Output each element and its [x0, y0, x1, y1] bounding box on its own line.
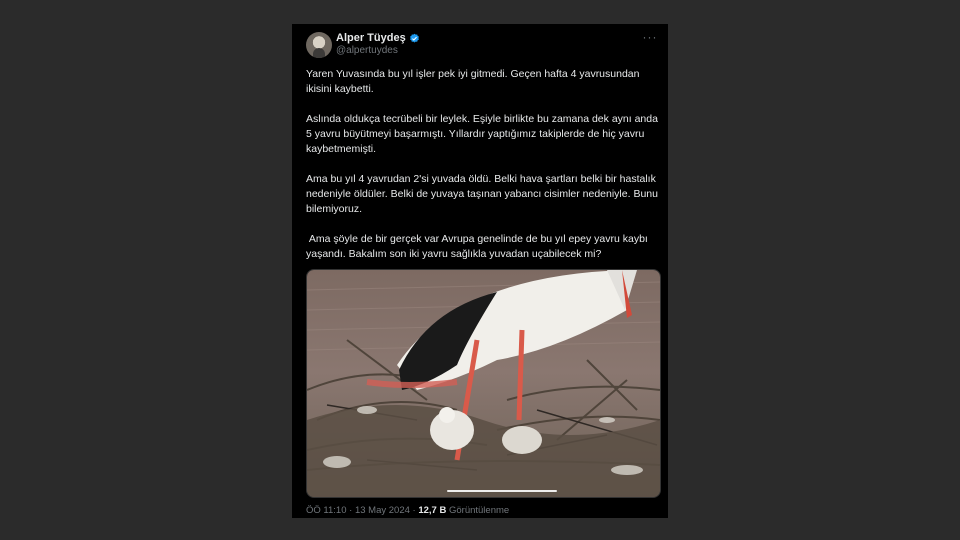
- verified-badge-icon: [409, 33, 419, 42]
- meta-separator: ·: [412, 505, 416, 516]
- tweet-paragraph: Aslında oldukça tecrübeli bir leylek. Eş…: [306, 113, 661, 155]
- tweet-time[interactable]: ÖÖ 11:10: [306, 505, 347, 516]
- author-name-row: Alper Tüydeş: [336, 32, 420, 44]
- tweet-header: Alper Tüydeş @alpertuydes ···: [306, 31, 658, 62]
- views-label: Görüntülenme: [448, 505, 510, 516]
- views-count: 12,7 B: [418, 505, 447, 516]
- tweet-media-video[interactable]: [306, 269, 661, 498]
- tweet-paragraph: Ama bu yıl 4 yavrudan 2'si yuvada öldü. …: [306, 173, 661, 215]
- author-handle[interactable]: @alpertuydes: [336, 45, 398, 56]
- tweet-paragraph: Ama şöyle de bir gerçek var Avrupa genel…: [306, 233, 651, 260]
- more-options-icon[interactable]: ···: [642, 31, 658, 46]
- tweet-card: Alper Tüydeş @alpertuydes ··· Yaren Yuva…: [292, 24, 668, 518]
- stork-nest-image: [307, 270, 660, 497]
- avatar[interactable]: [306, 32, 332, 58]
- tweet-meta: ÖÖ 11:10 · 13 May 2024 · 12,7 B Görüntül…: [306, 505, 509, 516]
- tweet-paragraph: Yaren Yuvasında bu yıl işler pek iyi git…: [306, 68, 643, 95]
- tweet-text: Yaren Yuvasında bu yıl işler pek iyi git…: [306, 67, 658, 277]
- tweet-date[interactable]: 13 May 2024: [355, 505, 410, 516]
- meta-separator: ·: [349, 505, 353, 516]
- author-display-name[interactable]: Alper Tüydeş: [336, 32, 406, 44]
